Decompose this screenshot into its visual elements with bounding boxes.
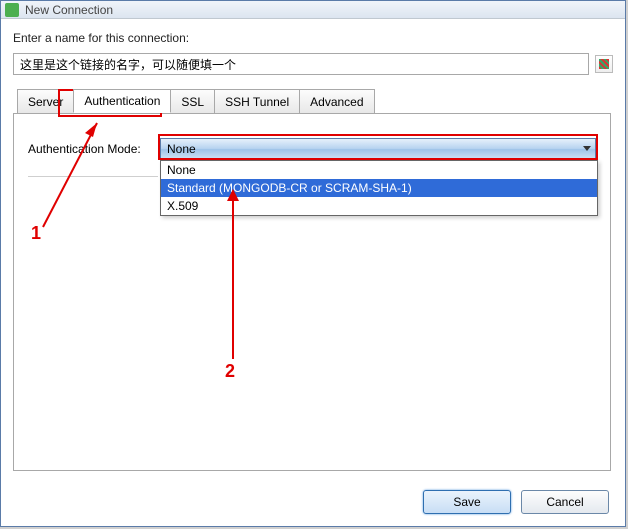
auth-mode-selected-value: None	[167, 142, 196, 156]
chevron-down-icon	[583, 146, 591, 151]
auth-option-standard[interactable]: Standard (MONGODB-CR or SCRAM-SHA-1)	[161, 179, 597, 197]
connection-name-input[interactable]	[13, 53, 589, 75]
tab-panel-authentication: Authentication Mode: None None Standard …	[13, 113, 611, 471]
tab-advanced[interactable]: Advanced	[299, 89, 374, 113]
connection-name-label: Enter a name for this connection:	[13, 31, 613, 45]
auth-option-none[interactable]: None	[161, 161, 597, 179]
auth-mode-dropdown: None Standard (MONGODB-CR or SCRAM-SHA-1…	[160, 160, 598, 216]
save-button[interactable]: Save	[423, 490, 511, 514]
palette-icon[interactable]	[595, 55, 613, 73]
auth-mode-row: Authentication Mode: None	[28, 138, 596, 160]
dialog-window: New Connection Enter a name for this con…	[0, 0, 626, 527]
connection-name-row	[13, 53, 613, 75]
auth-mode-select[interactable]: None	[160, 138, 596, 160]
divider	[28, 176, 158, 177]
auth-option-x509[interactable]: X.509	[161, 197, 597, 215]
auth-mode-label: Authentication Mode:	[28, 142, 160, 156]
dialog-content: Enter a name for this connection: Server…	[1, 19, 625, 471]
tab-bar: Server Authentication SSL SSH Tunnel Adv…	[17, 89, 613, 113]
tab-authentication[interactable]: Authentication	[73, 89, 171, 113]
tab-server[interactable]: Server	[17, 89, 74, 113]
window-title: New Connection	[25, 3, 113, 17]
app-icon	[5, 3, 19, 17]
titlebar: New Connection	[1, 1, 625, 19]
cancel-button[interactable]: Cancel	[521, 490, 609, 514]
tab-ssh-tunnel[interactable]: SSH Tunnel	[214, 89, 300, 113]
tab-ssl[interactable]: SSL	[170, 89, 215, 113]
dialog-button-row: Save Cancel	[423, 490, 609, 514]
